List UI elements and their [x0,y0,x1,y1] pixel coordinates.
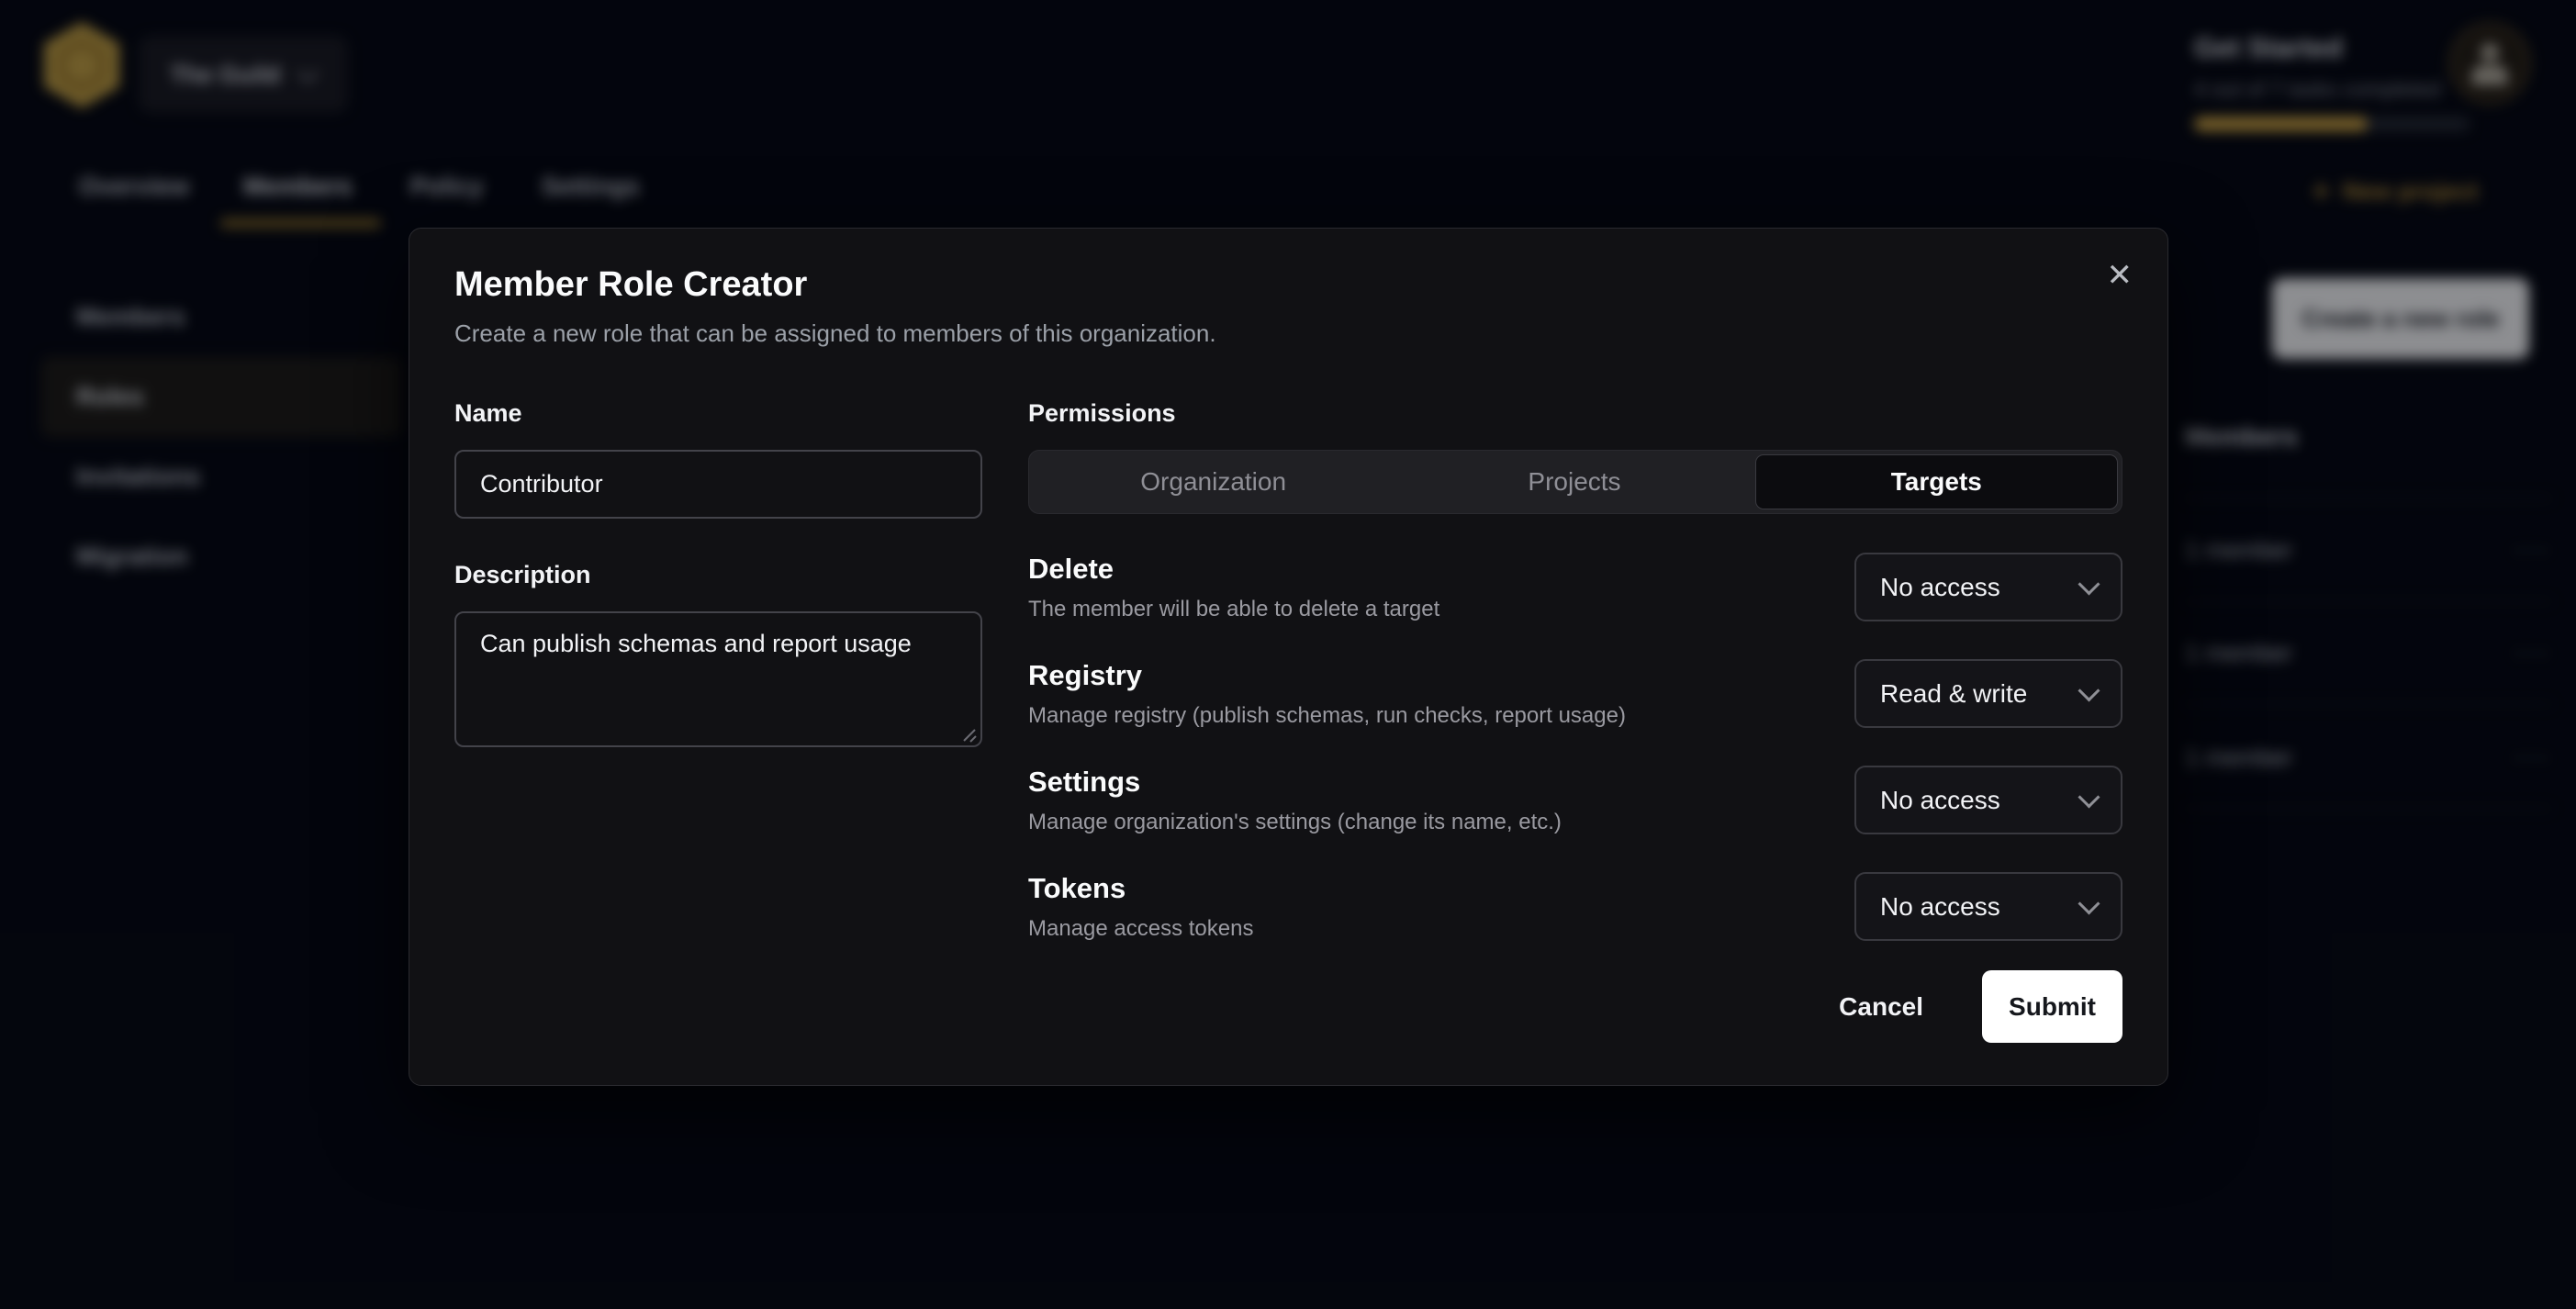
permission-description: The member will be able to delete a targ… [1028,597,1439,622]
permissions-label: Permissions [1028,399,2122,428]
member-role-creator-dialog: ✕ Member Role Creator Create a new role … [409,228,2168,1086]
dialog-body: Name Description Permissions Organizatio… [454,399,2122,942]
selected-value: No access [1880,573,2000,602]
permission-scope-tabs: Organization Projects Targets [1028,450,2122,514]
scope-tab-targets[interactable]: Targets [1755,454,2118,509]
tokens-access-select[interactable]: No access [1854,872,2122,941]
delete-access-select[interactable]: No access [1854,553,2122,621]
dialog-subtitle: Create a new role that can be assigned t… [454,319,2122,348]
selected-value: Read & write [1880,679,2027,709]
permission-name: Registry [1028,659,1626,692]
app-root: The Guild Get Started 4 out of 7 tasks c… [0,0,2576,1309]
chevron-down-icon [2078,786,2100,808]
dialog-title: Member Role Creator [454,265,2122,305]
close-icon[interactable]: ✕ [2107,260,2134,291]
dialog-footer: Cancel Submit [1833,970,2122,1043]
permission-row-tokens: Tokens Manage access tokens No access [1028,872,2122,942]
resize-handle-icon[interactable] [960,726,977,743]
permission-row-delete: Delete The member will be able to delete… [1028,553,2122,622]
permissions-column: Permissions Organization Projects Target… [1028,399,2122,942]
permission-row-settings: Settings Manage organization's settings … [1028,766,2122,835]
chevron-down-icon [2078,573,2100,595]
description-label: Description [454,561,982,589]
description-textarea[interactable] [454,611,982,747]
role-identity-column: Name Description [454,399,982,942]
cancel-button[interactable]: Cancel [1833,991,1929,1023]
submit-button[interactable]: Submit [1982,970,2122,1043]
permission-description: Manage access tokens [1028,916,1253,942]
permission-name: Tokens [1028,872,1253,905]
permission-name: Delete [1028,553,1439,586]
chevron-down-icon [2078,679,2100,701]
selected-value: No access [1880,786,2000,815]
name-input[interactable] [454,450,982,519]
scope-tab-projects[interactable]: Projects [1394,454,1754,509]
permission-name: Settings [1028,766,1562,799]
permission-description: Manage organization's settings (change i… [1028,810,1562,835]
name-label: Name [454,399,982,428]
selected-value: No access [1880,892,2000,922]
permission-row-registry: Registry Manage registry (publish schema… [1028,659,2122,729]
chevron-down-icon [2078,892,2100,914]
permission-description: Manage registry (publish schemas, run ch… [1028,703,1626,729]
scope-tab-organization[interactable]: Organization [1033,454,1394,509]
settings-access-select[interactable]: No access [1854,766,2122,834]
registry-access-select[interactable]: Read & write [1854,659,2122,728]
